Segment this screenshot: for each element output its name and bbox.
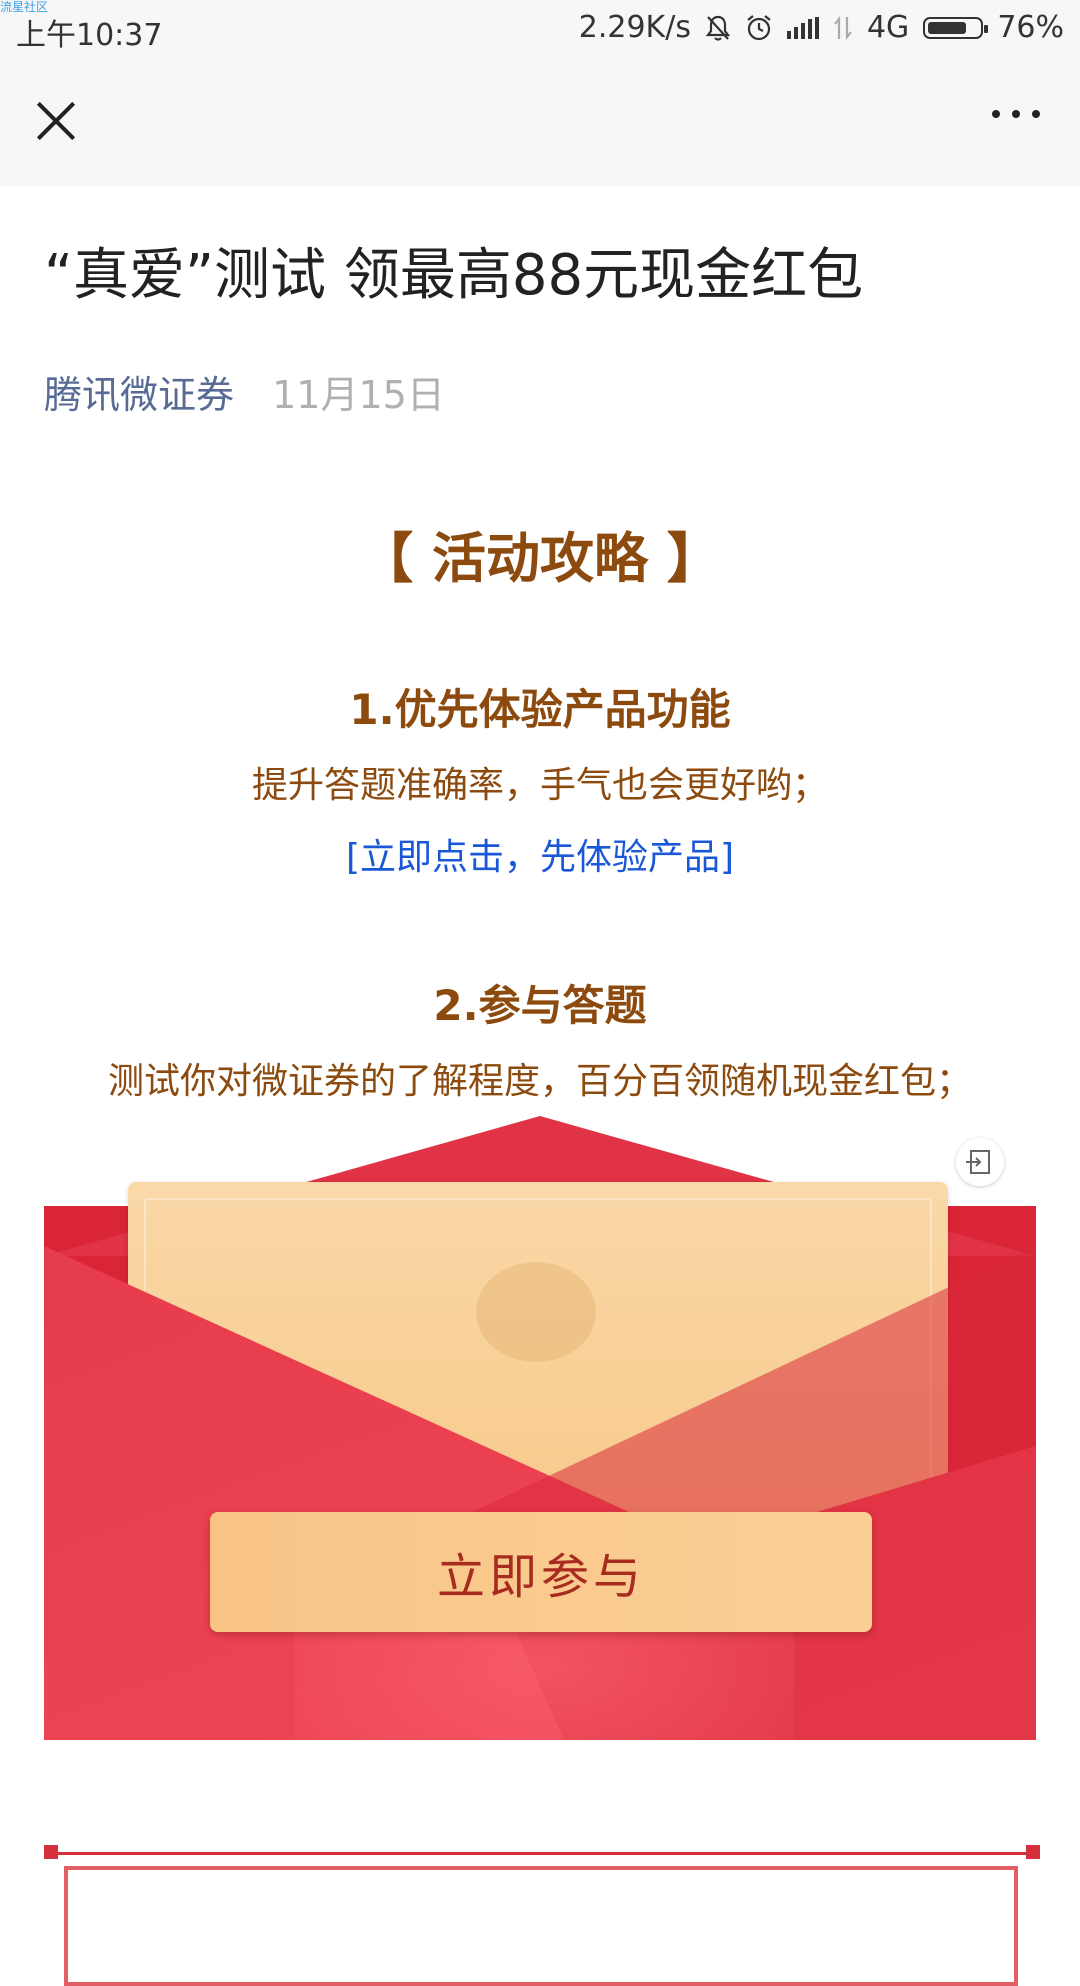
step2-desc: 测试你对微证券的了解程度，百分百领随机现金红包； (107, 1061, 972, 1102)
exit-icon[interactable] (956, 1138, 1004, 1186)
frame-corner (1026, 1845, 1040, 1859)
battery-icon (923, 16, 989, 39)
step1-title: 1.优先体验产品功能 (349, 685, 731, 734)
signal-icon (786, 16, 819, 39)
try-product-link[interactable]: [立即点击，先体验产品] (346, 837, 734, 878)
data-transfer-icon (834, 15, 852, 40)
nav-bar (0, 58, 1080, 186)
battery-fill (928, 21, 967, 34)
mute-icon (705, 15, 731, 41)
guide-heading: 【 活动攻略 】 (359, 527, 721, 590)
status-bar: 流星社区 上午10:37 2.29K/s 4G 76% (0, 0, 1080, 58)
author-link[interactable]: 腾讯微证券 (44, 373, 234, 417)
alarm-icon (747, 14, 771, 40)
clock: 上午10:37 (16, 18, 163, 53)
red-envelope-banner[interactable]: 立即参与 (44, 1116, 1036, 1740)
decorative-frame (64, 1866, 1018, 1986)
status-icons: 2.29K/s 4G 76% (579, 10, 1064, 45)
article-meta: 腾讯微证券 11月15日 (44, 364, 445, 419)
join-now-button[interactable]: 立即参与 (210, 1512, 872, 1632)
net-speed: 2.29K/s (578, 10, 691, 45)
battery-percent: 76% (997, 10, 1064, 45)
article-title: “真爱”测试 领最高88元现金红包 (44, 243, 864, 308)
network-type: 4G (866, 10, 910, 45)
more-icon[interactable] (992, 110, 1040, 118)
step2-title: 2.参与答题 (433, 981, 647, 1030)
frame-corner (44, 1845, 58, 1859)
publish-date: 11月15日 (272, 373, 445, 417)
close-icon[interactable] (30, 96, 80, 146)
wechat-stock-logo-icon (476, 1262, 596, 1362)
step1-desc: 提升答题准确率，手气也会更好哟； (251, 765, 828, 806)
